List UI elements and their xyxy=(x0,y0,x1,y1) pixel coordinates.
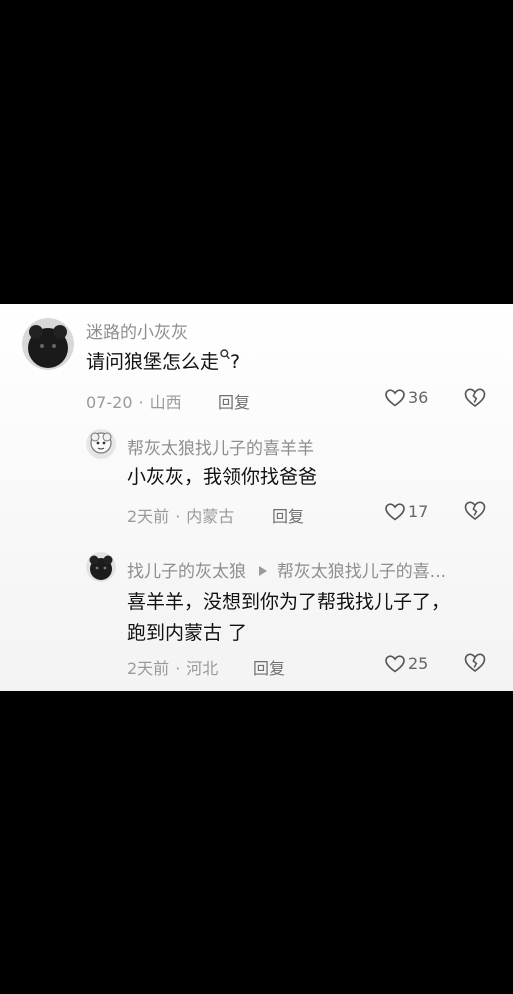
reply-arrow-icon xyxy=(259,566,268,576)
comment-text: 请问狼堡怎么走? xyxy=(86,347,240,378)
reply-target[interactable]: 帮灰太狼找儿子的喜... xyxy=(277,562,446,582)
reply-button[interactable]: 回复 xyxy=(272,503,304,527)
dislike-button[interactable] xyxy=(464,501,486,521)
comment-location: 山西 xyxy=(149,393,182,412)
broken-heart-icon xyxy=(464,501,486,521)
comment-author[interactable]: 帮灰太狼找儿子的喜羊羊 xyxy=(127,434,314,459)
dislike-button[interactable] xyxy=(464,388,486,408)
comment-author-line: 找儿子的灰太狼 帮灰太狼找儿子的喜... xyxy=(127,557,446,582)
comment-text-body: 请问狼堡怎么走 xyxy=(86,351,220,373)
comment-meta: 2天前 · 内蒙古 xyxy=(127,503,234,527)
question-mark: ? xyxy=(230,351,241,373)
comment-author[interactable]: 迷路的小灰灰 xyxy=(86,318,188,343)
search-icon[interactable] xyxy=(220,349,230,360)
dislike-button[interactable] xyxy=(464,653,486,673)
like-button[interactable]: 36 xyxy=(385,388,428,407)
like-count: 17 xyxy=(408,502,429,521)
broken-heart-icon xyxy=(464,388,486,408)
comment-text: 喜羊羊，没想到你为了帮我找儿子了， 跑到内蒙古 了 xyxy=(127,587,450,649)
avatar[interactable] xyxy=(86,552,116,582)
avatar[interactable] xyxy=(22,318,74,370)
comment-location: 河北 xyxy=(186,659,219,678)
comment-text-line: 跑到内蒙古 了 xyxy=(127,622,248,644)
comment-text: 小灰灰，我领你找爸爸 xyxy=(127,466,318,488)
comment-date: 07-20 xyxy=(86,393,133,412)
comment-author[interactable]: 找儿子的灰太狼 xyxy=(127,562,246,582)
like-count: 25 xyxy=(408,654,429,673)
reply-button[interactable]: 回复 xyxy=(218,389,250,413)
like-button[interactable]: 17 xyxy=(385,502,428,521)
meta-separator: · xyxy=(175,507,181,526)
comment-meta: 07-20 · 山西 xyxy=(86,389,182,413)
heart-icon xyxy=(385,388,405,407)
meta-separator: · xyxy=(175,659,181,678)
comment-date: 2天前 xyxy=(127,507,170,526)
heart-icon xyxy=(385,654,405,673)
comment-location: 内蒙古 xyxy=(186,507,235,526)
comment-meta: 2天前 · 河北 xyxy=(127,655,218,679)
comment-text-line: 喜羊羊，没想到你为了帮我找儿子了， xyxy=(127,591,451,613)
comment-date: 2天前 xyxy=(127,659,170,678)
like-button[interactable]: 25 xyxy=(385,654,428,673)
like-count: 36 xyxy=(408,388,429,407)
comment-panel: 迷路的小灰灰 请问狼堡怎么走? 07-20 · 山西 回复 36 帮灰太狼找儿子的喜… xyxy=(0,304,513,691)
avatar[interactable] xyxy=(86,429,116,459)
reply-button[interactable]: 回复 xyxy=(253,655,285,679)
heart-icon xyxy=(385,502,405,521)
meta-separator: · xyxy=(138,393,144,412)
broken-heart-icon xyxy=(464,653,486,673)
